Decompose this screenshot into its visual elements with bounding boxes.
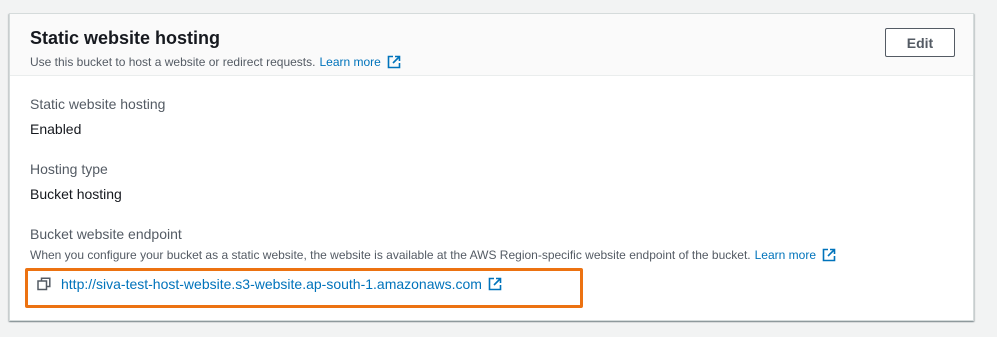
hosting-type-label: Hosting type <box>30 161 108 177</box>
endpoint-url-link[interactable]: http://siva-test-host-website.s3-website… <box>61 276 482 292</box>
external-link-icon[interactable] <box>387 55 401 69</box>
hosting-value: Enabled <box>30 121 82 137</box>
static-website-hosting-panel: Static website hosting Use this bucket t… <box>9 13 974 321</box>
panel-description: Use this bucket to host a website or red… <box>30 55 401 69</box>
learn-more-link[interactable]: Learn more <box>319 55 380 69</box>
external-link-icon[interactable] <box>822 248 836 262</box>
endpoint-description-text: When you configure your bucket as a stat… <box>30 248 751 262</box>
endpoint-description: When you configure your bucket as a stat… <box>30 248 836 262</box>
hosting-type-value: Bucket hosting <box>30 186 122 202</box>
endpoint-row: http://siva-test-host-website.s3-website… <box>37 276 502 292</box>
panel-header: Static website hosting Use this bucket t… <box>10 14 973 76</box>
hosting-label: Static website hosting <box>30 96 166 112</box>
edit-button[interactable]: Edit <box>885 28 955 57</box>
panel-title: Static website hosting <box>30 28 221 48</box>
endpoint-label: Bucket website endpoint <box>30 226 182 242</box>
endpoint-learn-more-link[interactable]: Learn more <box>755 248 816 262</box>
panel-description-text: Use this bucket to host a website or red… <box>30 55 316 69</box>
external-link-icon[interactable] <box>488 277 502 291</box>
copy-icon[interactable] <box>37 277 51 291</box>
